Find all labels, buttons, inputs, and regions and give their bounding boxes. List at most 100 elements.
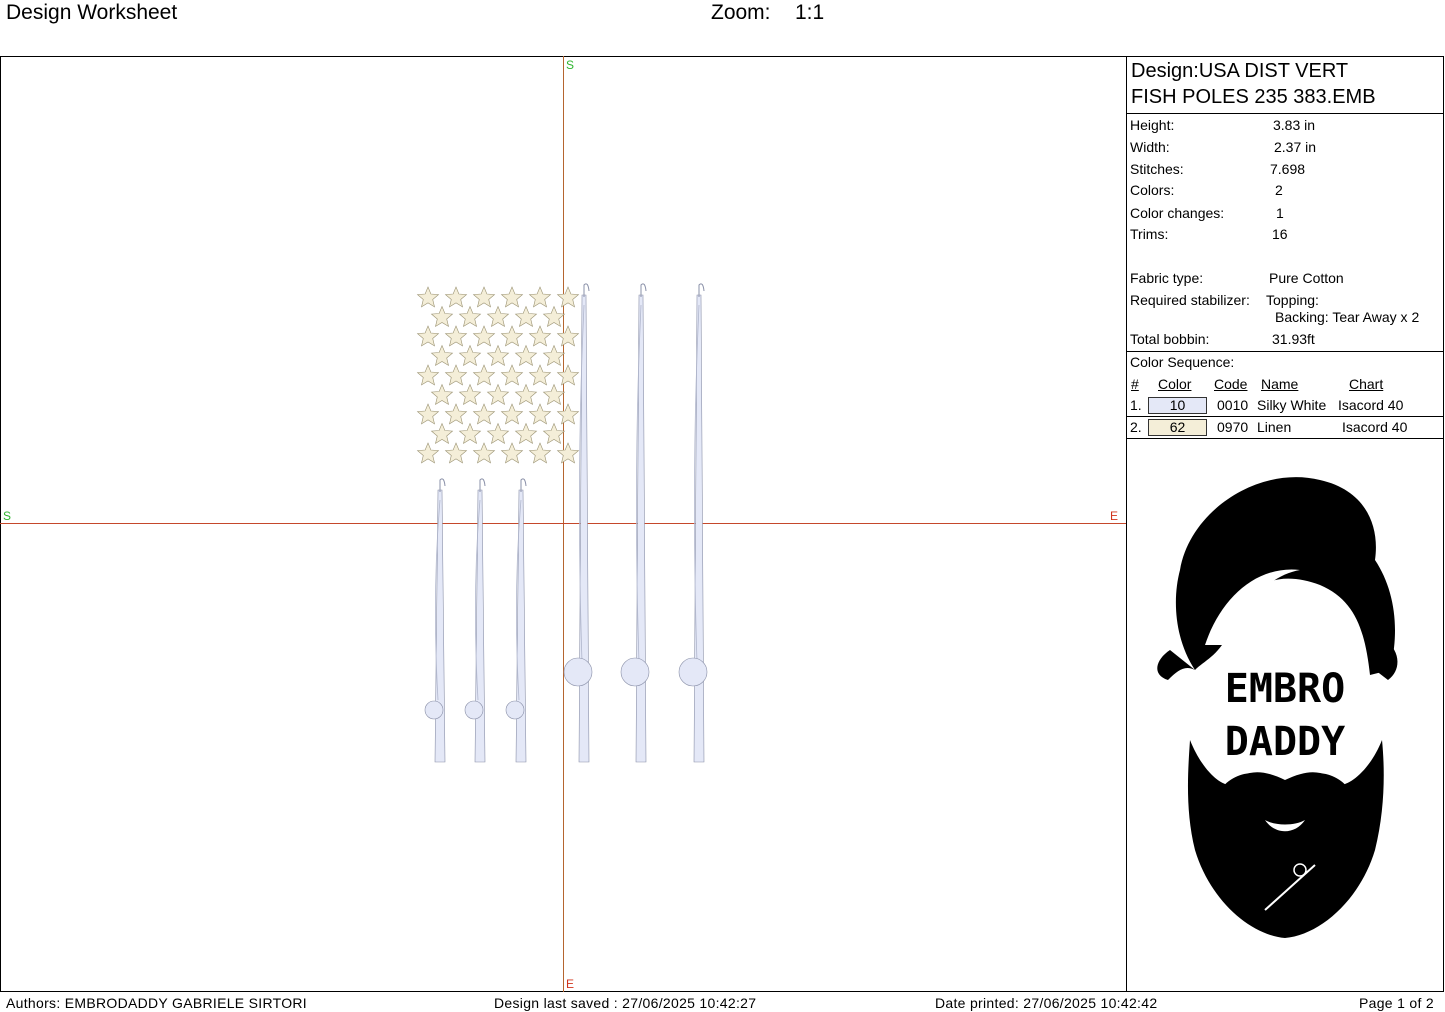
star-icon (528, 442, 552, 464)
star-icon (528, 403, 552, 425)
color-swatch: 62 (1148, 419, 1207, 436)
prop-value-colors: 2 (1275, 182, 1283, 198)
prop-value-stitches: 7.698 (1270, 161, 1306, 177)
star-icon (458, 305, 482, 328)
prop-label-stitches: Stitches: (1130, 161, 1184, 177)
color-sequence-title: Color Sequence: (1130, 354, 1235, 370)
star-icon (472, 286, 496, 308)
star-icon (556, 364, 580, 386)
star-icon (458, 344, 482, 367)
prop-value-width: 2.37 in (1274, 139, 1317, 155)
prop-value-height: 3.83 in (1273, 117, 1316, 133)
star-icon (500, 286, 524, 308)
prop-label-colors: Colors: (1130, 182, 1175, 198)
stabilizer-topping: Topping: (1266, 292, 1319, 308)
star-icon (528, 364, 552, 386)
star-icon (472, 325, 496, 347)
star-icon (472, 442, 496, 464)
color-seq-header-color: Color (1158, 376, 1192, 392)
fishing-pole-icon (563, 283, 593, 763)
zoom-label: Zoom: (711, 1, 771, 24)
footer-date-printed: Date printed: 27/06/2025 10:42:42 (935, 995, 1158, 1011)
divider (1126, 113, 1444, 114)
star-icon (542, 383, 566, 406)
axis-label-left: S (3, 509, 12, 523)
star-icon (556, 286, 580, 308)
color-seq-header-name: Name (1261, 376, 1299, 392)
star-icon (500, 325, 524, 347)
logo-text-line-2: DADDY (1225, 719, 1345, 765)
star-icon (514, 344, 538, 367)
fishing-pole-icon (678, 283, 708, 763)
fabric-type-value: Pure Cotton (1269, 270, 1344, 286)
axis-label-bottom: E (566, 977, 575, 991)
prop-value-color-changes: 1 (1276, 205, 1284, 221)
star-icon (528, 325, 552, 347)
star-icon (430, 305, 454, 328)
color-seq-header-code: Code (1214, 376, 1248, 392)
star-icon (444, 442, 468, 464)
star-icon (444, 325, 468, 347)
footer-last-saved: Design last saved : 27/06/2025 10:42:27 (494, 995, 757, 1011)
prop-label-trims: Trims: (1130, 226, 1169, 242)
design-name-line-2: FISH POLES 235 383.EMB (1131, 86, 1376, 108)
star-icon (542, 344, 566, 367)
star-icon (486, 383, 510, 406)
color-seq-header-chart: Chart (1349, 376, 1384, 392)
star-icon (444, 403, 468, 425)
color-swatch: 10 (1148, 397, 1207, 414)
star-icon (500, 403, 524, 425)
star-icon (486, 344, 510, 367)
axis-label-right: E (1110, 509, 1119, 523)
star-icon (458, 383, 482, 406)
star-icon (416, 325, 440, 347)
star-icon (430, 344, 454, 367)
star-icon (486, 422, 510, 445)
color-seq-row-num: 1. (1130, 397, 1142, 413)
star-icon (500, 442, 524, 464)
star-icon (416, 286, 440, 308)
bobbin-label: Total bobbin: (1130, 331, 1210, 347)
prop-label-width: Width: (1130, 139, 1170, 155)
star-icon (416, 364, 440, 386)
zoom-value[interactable]: 1:1 (795, 0, 824, 26)
prop-label-color-changes: Color changes: (1130, 205, 1225, 221)
color-seq-row-chart: Isacord 40 (1342, 419, 1408, 435)
color-seq-row-num: 2. (1130, 419, 1142, 435)
fishing-pole-icon (464, 478, 486, 763)
star-icon (444, 364, 468, 386)
footer-authors: Authors: EMBRODADDY GABRIELE SIRTORI (6, 995, 307, 1011)
divider (1126, 351, 1444, 352)
fishing-pole-icon (424, 478, 446, 763)
star-icon (514, 422, 538, 445)
star-icon (416, 403, 440, 425)
star-icon (458, 422, 482, 445)
star-icon (472, 403, 496, 425)
color-seq-row-code: 0010 (1217, 397, 1249, 413)
color-seq-row-code: 0970 (1217, 419, 1249, 435)
prop-value-trims: 16 (1272, 226, 1288, 242)
footer-page-number: Page 1 of 2 (1359, 995, 1434, 1011)
divider (1126, 438, 1444, 439)
embrodaddy-logo: EMBRO DADDY (1157, 477, 1398, 938)
embroidery-design-preview (416, 283, 708, 763)
axis-label-top: S (566, 58, 575, 72)
color-seq-row-chart: Isacord 40 (1338, 397, 1404, 413)
stabilizer-label: Required stabilizer: (1130, 292, 1250, 308)
bobbin-value: 31.93ft (1272, 331, 1315, 347)
star-icon (514, 305, 538, 328)
prop-label-height: Height: (1130, 117, 1175, 133)
star-icon (430, 422, 454, 445)
star-icon (416, 442, 440, 464)
logo-text-line-1: EMBRO (1225, 666, 1345, 712)
star-icon (472, 364, 496, 386)
star-icon (542, 422, 566, 445)
star-icon (556, 442, 580, 464)
fishing-pole-icon (505, 478, 527, 763)
star-icon (556, 403, 580, 425)
fabric-type-label: Fabric type: (1130, 270, 1204, 286)
logo-beard-icon (1187, 740, 1384, 938)
page-title: Design Worksheet (6, 1, 178, 24)
design-name-line-1: Design:USA DIST VERT (1131, 60, 1349, 82)
color-seq-row-name: Silky White (1257, 397, 1327, 413)
